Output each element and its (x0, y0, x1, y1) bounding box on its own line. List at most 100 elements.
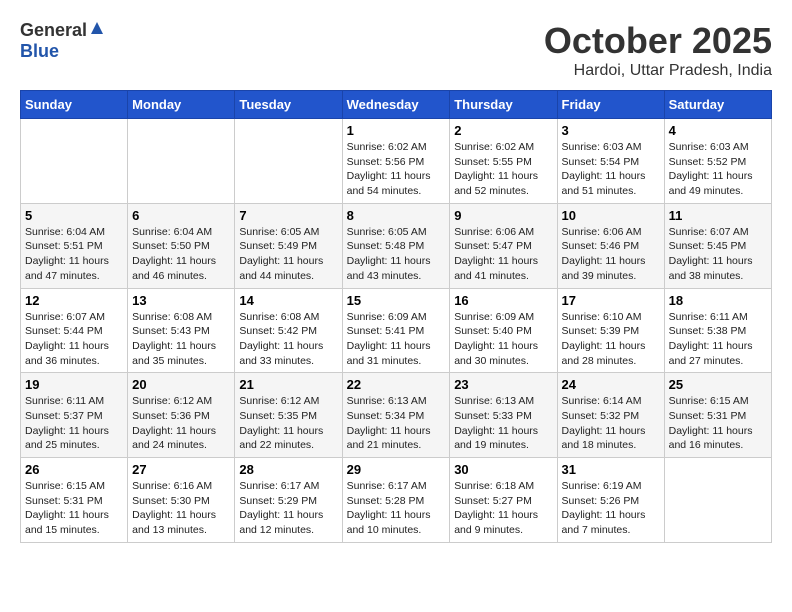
day-cell: 31 Sunrise: 6:19 AMSunset: 5:26 PMDayligh… (557, 458, 664, 543)
day-cell: 5 Sunrise: 6:04 AMSunset: 5:51 PMDaylight… (21, 203, 128, 288)
day-cell: 13Sunrise: 6:08 AMSunset: 5:43 PMDayligh… (128, 288, 235, 373)
day-number: 1 (347, 123, 446, 138)
day-number: 23 (454, 377, 552, 392)
day-cell: 1 Sunrise: 6:02 AMSunset: 5:56 PMDaylight… (342, 119, 450, 204)
day-info: Sunrise: 6:05 AMSunset: 5:49 PMDaylight:… (239, 225, 337, 284)
day-number: 7 (239, 208, 337, 223)
day-cell (21, 119, 128, 204)
day-info: Sunrise: 6:10 AMSunset: 5:39 PMDaylight:… (562, 310, 660, 369)
header-sunday: Sunday (21, 91, 128, 119)
day-cell: 14 Sunrise: 6:08 AMSunset: 5:42 PMDayligh… (235, 288, 342, 373)
day-cell: 21 Sunrise: 6:12 AMSunset: 5:35 PMDayligh… (235, 373, 342, 458)
day-number: 14 (239, 293, 337, 308)
day-number: 28 (239, 462, 337, 477)
day-cell: 28 Sunrise: 6:17 AMSunset: 5:29 PMDayligh… (235, 458, 342, 543)
day-cell: 29 Sunrise: 6:17 AMSunset: 5:28 PMDayligh… (342, 458, 450, 543)
day-cell: 22 Sunrise: 6:13 AMSunset: 5:34 PMDayligh… (342, 373, 450, 458)
week-row-1: 5 Sunrise: 6:04 AMSunset: 5:51 PMDaylight… (21, 203, 772, 288)
day-info: Sunrise: 6:17 AMSunset: 5:29 PMDaylight:… (239, 479, 337, 538)
day-cell: 12 Sunrise: 6:07 AMSunset: 5:44 PMDayligh… (21, 288, 128, 373)
day-info: Sunrise: 6:03 AMSunset: 5:54 PMDaylight:… (562, 140, 660, 199)
day-number: 21 (239, 377, 337, 392)
week-row-0: 1 Sunrise: 6:02 AMSunset: 5:56 PMDaylight… (21, 119, 772, 204)
day-number: 5 (25, 208, 123, 223)
day-info: Sunrise: 6:13 AMSunset: 5:33 PMDaylight:… (454, 394, 552, 453)
day-cell (235, 119, 342, 204)
day-info: Sunrise: 6:17 AMSunset: 5:28 PMDaylight:… (347, 479, 446, 538)
calendar: SundayMondayTuesdayWednesdayThursdayFrid… (20, 90, 772, 543)
month-title: October 2025 (544, 20, 772, 62)
day-number: 24 (562, 377, 660, 392)
day-number: 3 (562, 123, 660, 138)
day-info: Sunrise: 6:02 AMSunset: 5:55 PMDaylight:… (454, 140, 552, 199)
day-cell: 30 Sunrise: 6:18 AMSunset: 5:27 PMDayligh… (450, 458, 557, 543)
day-cell (128, 119, 235, 204)
calendar-header-row: SundayMondayTuesdayWednesdayThursdayFrid… (21, 91, 772, 119)
day-number: 22 (347, 377, 446, 392)
day-info: Sunrise: 6:04 AMSunset: 5:51 PMDaylight:… (25, 225, 123, 284)
day-info: Sunrise: 6:06 AMSunset: 5:47 PMDaylight:… (454, 225, 552, 284)
location-title: Hardoi, Uttar Pradesh, India (544, 62, 772, 80)
header-saturday: Saturday (664, 91, 771, 119)
day-number: 25 (669, 377, 767, 392)
day-info: Sunrise: 6:08 AMSunset: 5:42 PMDaylight:… (239, 310, 337, 369)
day-info: Sunrise: 6:15 AMSunset: 5:31 PMDaylight:… (25, 479, 123, 538)
day-number: 16 (454, 293, 552, 308)
day-number: 18 (669, 293, 767, 308)
day-info: Sunrise: 6:12 AMSunset: 5:36 PMDaylight:… (132, 394, 230, 453)
day-info: Sunrise: 6:04 AMSunset: 5:50 PMDaylight:… (132, 225, 230, 284)
day-cell: 6Sunrise: 6:04 AMSunset: 5:50 PMDaylight… (128, 203, 235, 288)
day-info: Sunrise: 6:12 AMSunset: 5:35 PMDaylight:… (239, 394, 337, 453)
day-cell: 17Sunrise: 6:10 AMSunset: 5:39 PMDayligh… (557, 288, 664, 373)
day-number: 19 (25, 377, 123, 392)
day-info: Sunrise: 6:11 AMSunset: 5:37 PMDaylight:… (25, 394, 123, 453)
week-row-4: 26Sunrise: 6:15 AMSunset: 5:31 PMDayligh… (21, 458, 772, 543)
day-number: 15 (347, 293, 446, 308)
day-cell: 19 Sunrise: 6:11 AMSunset: 5:37 PMDayligh… (21, 373, 128, 458)
day-info: Sunrise: 6:13 AMSunset: 5:34 PMDaylight:… (347, 394, 446, 453)
day-number: 13 (132, 293, 230, 308)
day-cell: 23 Sunrise: 6:13 AMSunset: 5:33 PMDayligh… (450, 373, 557, 458)
day-info: Sunrise: 6:16 AMSunset: 5:30 PMDaylight:… (132, 479, 230, 538)
day-info: Sunrise: 6:05 AMSunset: 5:48 PMDaylight:… (347, 225, 446, 284)
day-number: 11 (669, 208, 767, 223)
day-cell: 20Sunrise: 6:12 AMSunset: 5:36 PMDayligh… (128, 373, 235, 458)
day-info: Sunrise: 6:03 AMSunset: 5:52 PMDaylight:… (669, 140, 767, 199)
day-cell: 7 Sunrise: 6:05 AMSunset: 5:49 PMDaylight… (235, 203, 342, 288)
header-monday: Monday (128, 91, 235, 119)
header-friday: Friday (557, 91, 664, 119)
day-number: 9 (454, 208, 552, 223)
day-info: Sunrise: 6:11 AMSunset: 5:38 PMDaylight:… (669, 310, 767, 369)
header: General Blue October 2025 Hardoi, Uttar … (20, 20, 772, 80)
day-number: 31 (562, 462, 660, 477)
day-cell: 3 Sunrise: 6:03 AMSunset: 5:54 PMDaylight… (557, 119, 664, 204)
day-info: Sunrise: 6:09 AMSunset: 5:40 PMDaylight:… (454, 310, 552, 369)
week-row-2: 12 Sunrise: 6:07 AMSunset: 5:44 PMDayligh… (21, 288, 772, 373)
day-cell: 16 Sunrise: 6:09 AMSunset: 5:40 PMDayligh… (450, 288, 557, 373)
day-number: 29 (347, 462, 446, 477)
day-info: Sunrise: 6:18 AMSunset: 5:27 PMDaylight:… (454, 479, 552, 538)
day-cell: 27 Sunrise: 6:16 AMSunset: 5:30 PMDayligh… (128, 458, 235, 543)
day-number: 12 (25, 293, 123, 308)
day-info: Sunrise: 6:15 AMSunset: 5:31 PMDaylight:… (669, 394, 767, 453)
day-cell: 18 Sunrise: 6:11 AMSunset: 5:38 PMDayligh… (664, 288, 771, 373)
day-cell: 11 Sunrise: 6:07 AMSunset: 5:45 PMDayligh… (664, 203, 771, 288)
day-cell: 2 Sunrise: 6:02 AMSunset: 5:55 PMDaylight… (450, 119, 557, 204)
day-info: Sunrise: 6:07 AMSunset: 5:44 PMDaylight:… (25, 310, 123, 369)
day-number: 30 (454, 462, 552, 477)
day-number: 10 (562, 208, 660, 223)
day-info: Sunrise: 6:07 AMSunset: 5:45 PMDaylight:… (669, 225, 767, 284)
day-number: 27 (132, 462, 230, 477)
header-tuesday: Tuesday (235, 91, 342, 119)
day-cell: 24Sunrise: 6:14 AMSunset: 5:32 PMDayligh… (557, 373, 664, 458)
day-cell (664, 458, 771, 543)
day-number: 8 (347, 208, 446, 223)
day-number: 2 (454, 123, 552, 138)
day-cell: 15Sunrise: 6:09 AMSunset: 5:41 PMDayligh… (342, 288, 450, 373)
day-info: Sunrise: 6:06 AMSunset: 5:46 PMDaylight:… (562, 225, 660, 284)
day-cell: 25 Sunrise: 6:15 AMSunset: 5:31 PMDayligh… (664, 373, 771, 458)
header-wednesday: Wednesday (342, 91, 450, 119)
day-info: Sunrise: 6:19 AMSunset: 5:26 PMDaylight:… (562, 479, 660, 538)
logo: General Blue (20, 20, 105, 62)
day-info: Sunrise: 6:02 AMSunset: 5:56 PMDaylight:… (347, 140, 446, 199)
